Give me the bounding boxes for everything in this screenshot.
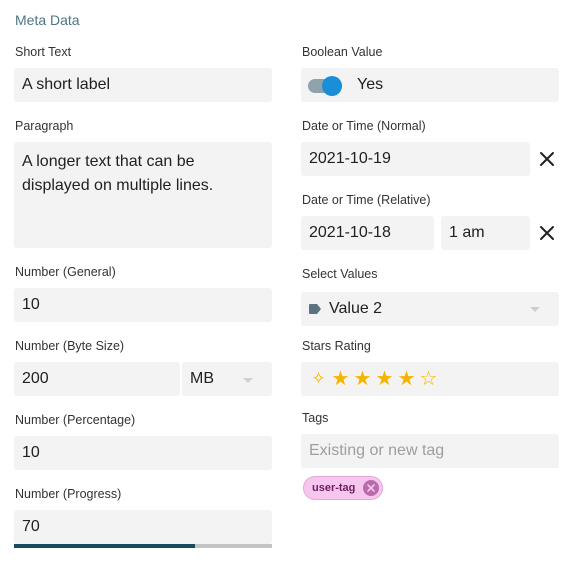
stars-rating-label: Stars Rating: [302, 339, 371, 353]
number-general-label: Number (General): [15, 265, 116, 279]
number-general-input[interactable]: 10: [14, 288, 272, 322]
select-values-value: Value 2: [329, 300, 383, 317]
number-percentage-input[interactable]: 10: [14, 436, 272, 470]
toggle-knob: [322, 76, 342, 96]
number-progress-input[interactable]: 70: [14, 510, 272, 544]
number-progress-label: Number (Progress): [15, 487, 122, 501]
paragraph-label: Paragraph: [15, 119, 74, 133]
date-normal-input[interactable]: 2021-10-19: [301, 142, 530, 176]
number-progress-value: 70: [22, 518, 40, 535]
star-icon[interactable]: ★: [375, 368, 394, 390]
progress-bar: [14, 544, 272, 548]
star-icon[interactable]: ★: [331, 368, 350, 390]
chevron-down-icon: [243, 378, 253, 383]
date-relative-label: Date or Time (Relative): [302, 193, 431, 207]
select-values-dropdown[interactable]: Value 2: [301, 292, 559, 326]
tag-chip-label: user-tag: [312, 482, 356, 494]
time-relative-input[interactable]: 1 am: [441, 216, 530, 250]
star-outline-icon[interactable]: ☆: [419, 368, 438, 390]
remove-circle-icon[interactable]: [363, 480, 380, 496]
star-clear-icon[interactable]: ✧: [309, 368, 328, 390]
byte-unit-value: MB: [190, 370, 214, 387]
close-icon[interactable]: [537, 223, 557, 243]
boolean-value-text: Yes: [357, 76, 384, 93]
number-general-value: 10: [22, 296, 40, 313]
number-byte-size-input[interactable]: 200: [14, 362, 180, 396]
boolean-toggle[interactable]: [308, 76, 344, 96]
number-byte-size-value: 200: [22, 370, 49, 387]
boolean-value-label: Boolean Value: [302, 45, 383, 59]
stars-rating: ✧ ★ ★ ★ ★ ☆: [309, 368, 438, 390]
tags-placeholder: Existing or new tag: [309, 442, 445, 459]
date-normal-label: Date or Time (Normal): [302, 119, 426, 133]
number-percentage-value: 10: [22, 444, 40, 461]
close-icon[interactable]: [537, 149, 557, 169]
progress-bar-fill: [14, 544, 195, 548]
paragraph-value: A longer text that can be displayed on m…: [22, 153, 214, 194]
short-text-value: A short label: [22, 76, 111, 93]
star-icon[interactable]: ★: [353, 368, 372, 390]
label-icon: [309, 304, 321, 314]
byte-unit-select[interactable]: MB: [182, 362, 272, 396]
section-title: Meta Data: [15, 12, 80, 28]
date-normal-value: 2021-10-19: [309, 150, 391, 167]
paragraph-textarea[interactable]: A longer text that can be displayed on m…: [14, 142, 272, 248]
number-byte-size-label: Number (Byte Size): [15, 339, 125, 353]
select-values-label: Select Values: [302, 267, 378, 281]
chevron-down-icon: [530, 307, 540, 312]
number-percentage-label: Number (Percentage): [15, 413, 136, 427]
date-relative-input[interactable]: 2021-10-18: [301, 216, 434, 250]
date-relative-value: 2021-10-18: [309, 224, 391, 241]
time-relative-value: 1 am: [449, 224, 485, 241]
tag-chip: user-tag: [303, 476, 384, 500]
tags-input[interactable]: Existing or new tag: [301, 434, 559, 468]
short-text-input[interactable]: A short label: [14, 68, 272, 102]
tags-label: Tags: [302, 411, 329, 425]
star-icon[interactable]: ★: [397, 368, 416, 390]
short-text-label: Short Text: [15, 45, 72, 59]
